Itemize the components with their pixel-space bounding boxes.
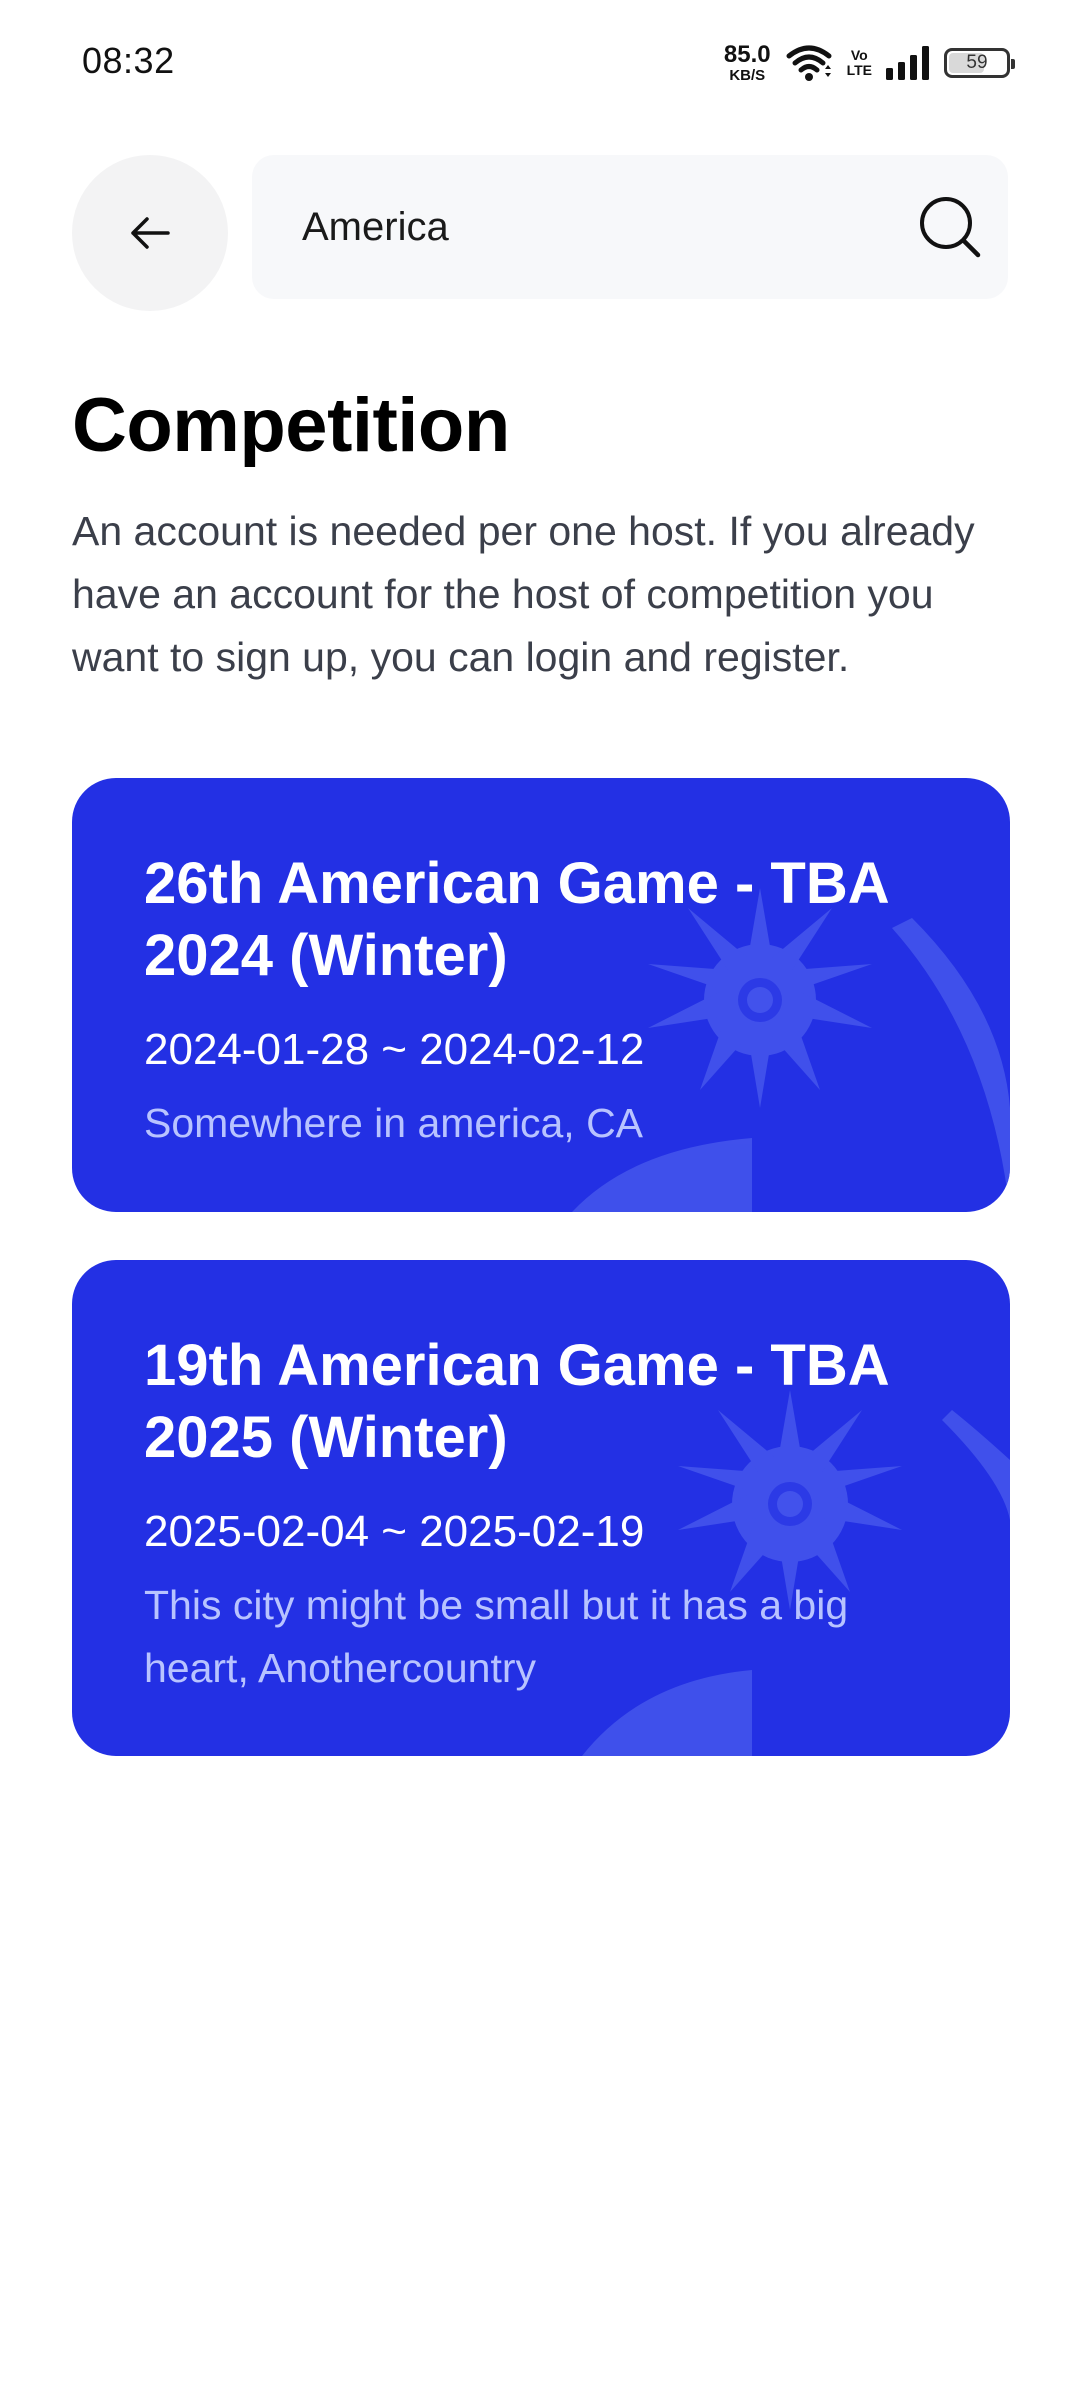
competition-dates: 2025-02-04 ~ 2025-02-19	[144, 1507, 645, 1556]
page-title: Competition	[72, 383, 510, 468]
volte-bottom-label: LTE	[846, 62, 872, 78]
search-icon[interactable]	[918, 195, 982, 259]
competition-card[interactable]: 19th American Game - TBA 2025 (Winter) 2…	[72, 1260, 1010, 1756]
competition-card[interactable]: 26th American Game - TBA 2024 (Winter) 2…	[72, 778, 1010, 1212]
volte-icon: Vo LTE	[847, 48, 872, 77]
status-time: 08:32	[82, 40, 175, 81]
competition-location: Somewhere in america, CA	[144, 1100, 644, 1146]
card-content: 19th American Game - TBA 2025 (Winter) 2…	[144, 1330, 950, 1700]
battery-level-label: 59	[966, 52, 988, 73]
card-content: 26th American Game - TBA 2024 (Winter) 2…	[144, 848, 950, 1155]
page-description: An account is needed per one host. If yo…	[72, 508, 975, 680]
battery-icon: 59	[944, 48, 1015, 78]
arrow-left-icon	[131, 217, 170, 249]
competition-title: 26th American Game - TBA 2024 (Winter)	[144, 851, 888, 988]
search-bar	[252, 155, 1008, 299]
network-speed: 85.0 KB/S	[723, 41, 771, 84]
back-button[interactable]	[72, 155, 228, 311]
competition-dates: 2024-01-28 ~ 2024-02-12	[144, 1025, 645, 1074]
network-speed-unit: KB/S	[729, 67, 766, 84]
volte-top-label: Vo	[850, 47, 868, 64]
status-bar: 08:32 85.0 KB/S Vo LTE 59	[0, 0, 1080, 125]
signal-icon	[886, 46, 929, 80]
network-speed-value: 85.0	[723, 41, 771, 68]
status-icons: 85.0 KB/S Vo LTE 59	[723, 38, 1015, 88]
competition-title: 19th American Game - TBA 2025 (Winter)	[144, 1333, 888, 1470]
wifi-icon	[786, 45, 832, 81]
competition-location: This city might be small but it has a bi…	[144, 1582, 849, 1691]
search-input[interactable]	[300, 155, 860, 299]
